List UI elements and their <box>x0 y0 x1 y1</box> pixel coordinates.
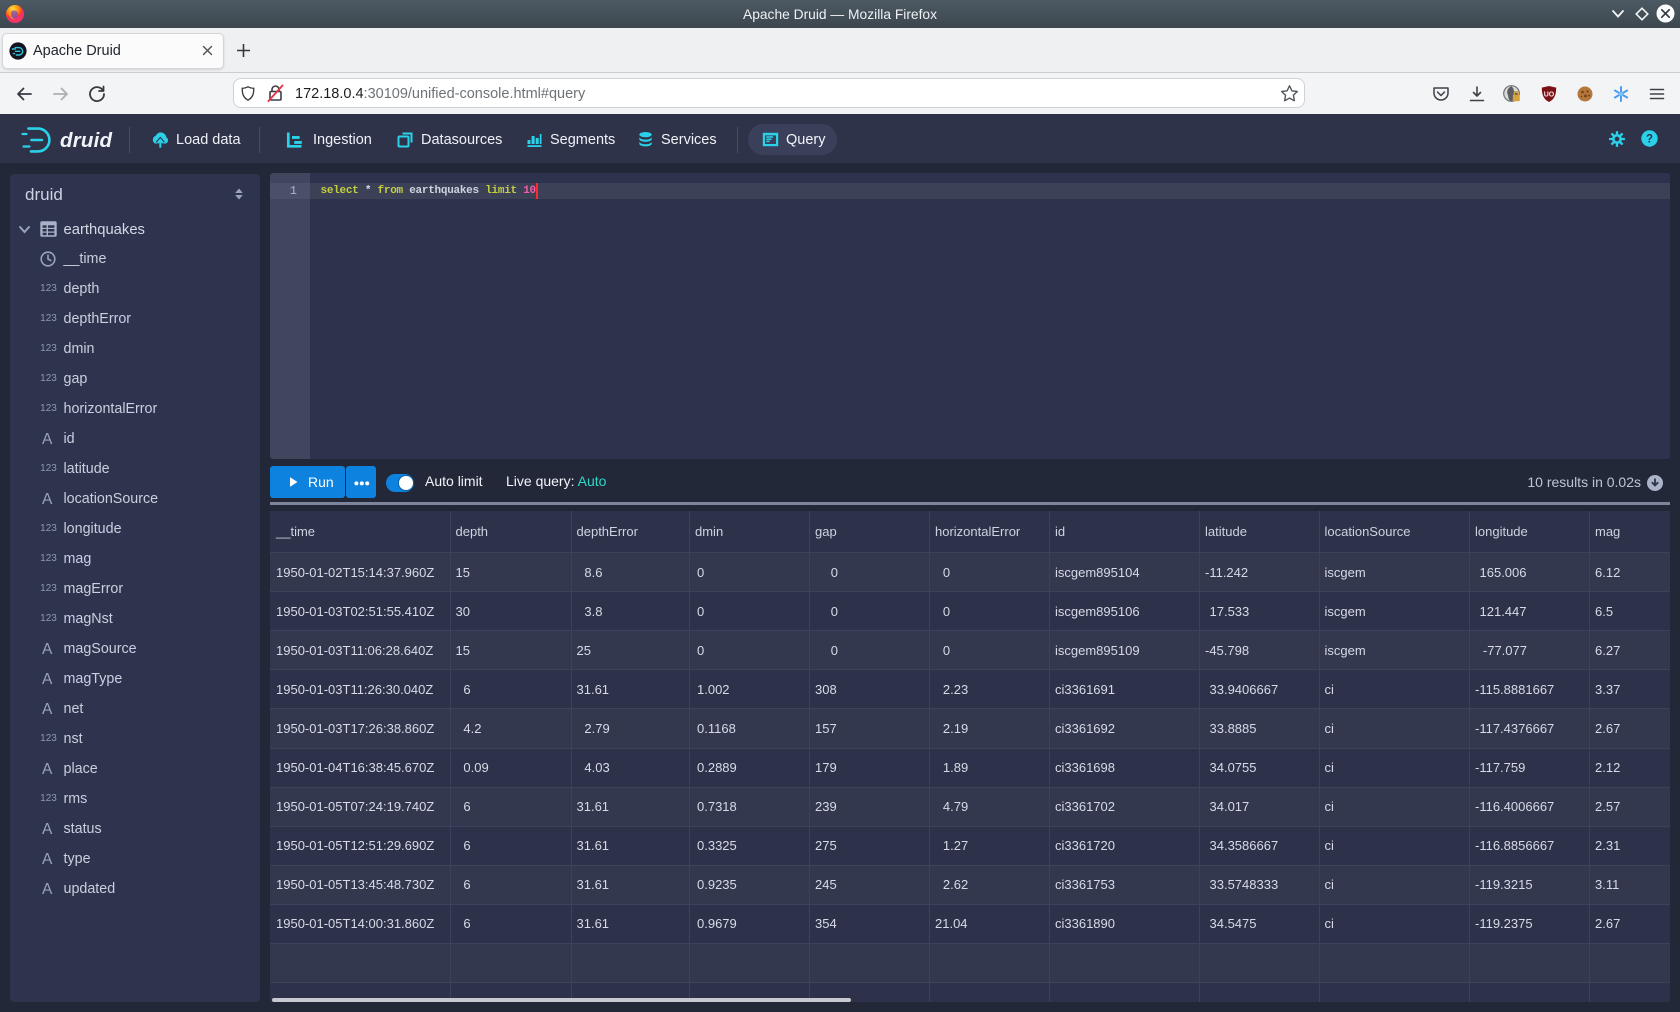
svg-text:?: ? <box>1646 134 1653 146</box>
svg-text:UO: UO <box>1544 92 1555 99</box>
